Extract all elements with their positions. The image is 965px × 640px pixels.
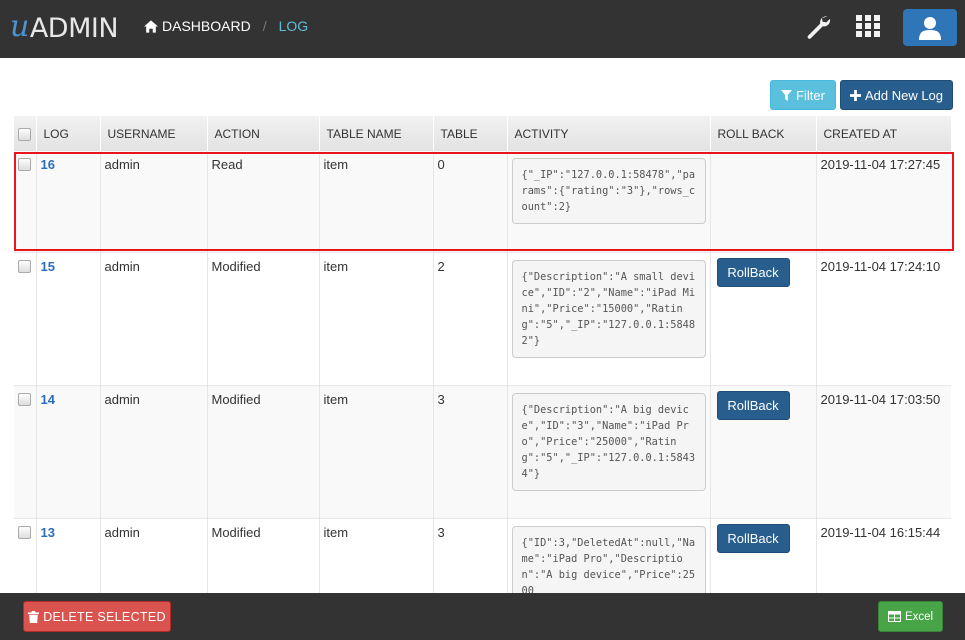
table-name-cell: item — [319, 518, 434, 593]
activity-json: {"_IP":"127.0.0.1:58478","params":{"rati… — [511, 158, 706, 224]
rollback-cell: RollBack — [710, 385, 817, 519]
add-new-log-label: Add New Log — [864, 87, 944, 103]
trash-icon — [28, 610, 40, 623]
log-id-link[interactable]: 14 — [41, 392, 55, 407]
table-cell: 3 — [433, 518, 508, 593]
column-header-activity[interactable]: ACTIVITY — [507, 116, 711, 151]
filter-icon — [781, 89, 793, 101]
table-row: 13 admin Modified item 3 {"ID":3,"Delete… — [14, 518, 951, 593]
table-row: 14 admin Modified item 3 {"Description":… — [14, 385, 951, 519]
column-header-action[interactable]: ACTION — [207, 116, 320, 151]
username-cell: admin — [100, 252, 208, 386]
row-checkbox[interactable] — [18, 158, 31, 171]
home-icon — [144, 19, 158, 33]
row-checkbox[interactable] — [18, 392, 31, 406]
column-header-created-at[interactable]: CREATED AT — [816, 116, 951, 151]
table-header-row: LOG USERNAME ACTION TABLE NAME TABLE ACT… — [14, 116, 951, 151]
apps-grid-button[interactable] — [854, 12, 882, 40]
table-cell: 0 — [433, 151, 508, 253]
row-checkbox[interactable] — [18, 525, 31, 539]
row-select-cell — [14, 252, 37, 386]
apps-grid-icon — [856, 15, 880, 37]
user-menu-button[interactable] — [903, 9, 957, 46]
row-checkbox[interactable] — [18, 259, 31, 273]
column-header-table-name[interactable]: TABLE NAME — [319, 116, 434, 151]
header-select-all[interactable] — [14, 116, 37, 151]
action-cell: Modified — [207, 518, 320, 593]
row-select-cell — [14, 518, 37, 593]
table-row: 16 admin Read item 0 {"_IP":"127.0.0.1:5… — [14, 151, 951, 253]
wrench-icon — [807, 16, 831, 39]
username-cell: admin — [100, 518, 208, 593]
log-table-container[interactable]: LOG USERNAME ACTION TABLE NAME TABLE ACT… — [14, 116, 951, 593]
log-id-link[interactable]: 13 — [41, 525, 55, 540]
filter-button[interactable]: Filter — [770, 80, 836, 110]
column-header-username[interactable]: USERNAME — [100, 116, 208, 151]
activity-json: {"Description":"A small device","ID":"2"… — [511, 259, 706, 358]
row-select-cell — [14, 151, 37, 253]
table-row: 15 admin Modified item 2 {"Description":… — [14, 252, 951, 386]
plus-icon — [849, 89, 861, 101]
settings-wrench-button[interactable] — [804, 12, 832, 40]
breadcrumb-current: LOG — [278, 18, 309, 34]
logo-text: ADMIN — [29, 13, 119, 44]
table-name-cell: item — [319, 252, 434, 386]
logo-u: u — [10, 9, 29, 44]
breadcrumb-dashboard-label: DASHBOARD — [162, 18, 251, 34]
log-table: LOG USERNAME ACTION TABLE NAME TABLE ACT… — [14, 116, 951, 593]
rollback-cell — [710, 151, 817, 253]
delete-selected-label: DELETE SELECTED — [43, 609, 166, 624]
log-id-link[interactable]: 16 — [41, 157, 55, 172]
breadcrumb-dashboard[interactable]: DASHBOARD — [144, 18, 251, 34]
rollback-button[interactable]: RollBack — [716, 523, 790, 553]
column-header-roll-back[interactable]: ROLL BACK — [710, 116, 817, 151]
username-cell: admin — [100, 385, 208, 519]
action-cell: Read — [207, 151, 320, 253]
delete-selected-button[interactable]: DELETE SELECTED — [23, 601, 171, 632]
table-cell: 2 — [433, 252, 508, 386]
activity-json: {"Description":"A big device","ID":"3","… — [511, 392, 706, 491]
username-cell: admin — [100, 151, 208, 253]
table-cell: 3 — [433, 385, 508, 519]
created-at-cell: 2019-11-04 17:03:50 — [816, 385, 951, 519]
bottom-action-bar: DELETE SELECTED Excel — [0, 593, 965, 640]
log-id-link[interactable]: 15 — [41, 259, 55, 274]
top-navbar: u ADMIN DASHBOARD / LOG — [0, 0, 965, 58]
app-logo[interactable]: u ADMIN — [10, 9, 119, 44]
created-at-cell: 2019-11-04 17:27:45 — [816, 151, 951, 253]
column-header-table[interactable]: TABLE — [433, 116, 508, 151]
action-cell: Modified — [207, 385, 320, 519]
created-at-cell: 2019-11-04 16:15:44 — [816, 518, 951, 593]
filter-button-label: Filter — [796, 87, 825, 103]
rollback-cell: RollBack — [710, 518, 817, 593]
row-select-cell — [14, 385, 37, 519]
table-name-cell: item — [319, 151, 434, 253]
activity-json: {"ID":3,"DeletedAt":null,"Name":"iPad Pr… — [511, 525, 706, 593]
breadcrumb: DASHBOARD / LOG — [144, 17, 308, 35]
action-cell: Modified — [207, 252, 320, 386]
export-excel-button[interactable]: Excel — [878, 601, 943, 632]
rollback-cell: RollBack — [710, 252, 817, 386]
breadcrumb-separator: / — [262, 18, 267, 34]
user-icon — [919, 16, 941, 40]
select-all-checkbox[interactable] — [18, 127, 31, 141]
table-name-cell: item — [319, 385, 434, 519]
rollback-button[interactable]: RollBack — [716, 257, 790, 287]
created-at-cell: 2019-11-04 17:24:10 — [816, 252, 951, 386]
column-header-log[interactable]: LOG — [36, 116, 101, 151]
excel-table-icon — [887, 611, 901, 622]
export-excel-label: Excel — [904, 610, 934, 623]
add-new-log-button[interactable]: Add New Log — [840, 80, 953, 110]
rollback-button[interactable]: RollBack — [716, 390, 790, 420]
